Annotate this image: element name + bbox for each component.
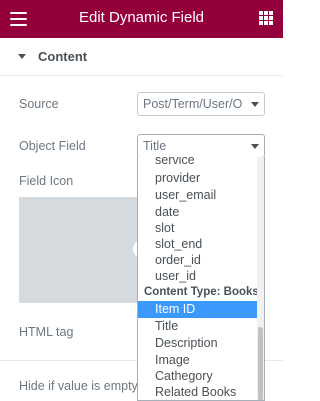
caret-down-icon (18, 54, 26, 59)
html-tag-label: HTML tag (19, 325, 74, 339)
dropdown-option[interactable]: slot (155, 221, 174, 235)
chevron-down-icon (251, 144, 259, 149)
object-field-select-value: Title (143, 139, 167, 153)
selected-option-label: Item ID (155, 302, 196, 316)
object-field-label: Object Field (19, 139, 86, 153)
dropdown-option[interactable]: user_email (155, 188, 216, 202)
panel-title: Edit Dynamic Field (78, 9, 205, 26)
dropdown-option[interactable]: slot_end (155, 237, 202, 251)
section-title: Content (38, 49, 88, 64)
dropdown-option[interactable]: order_id (155, 253, 201, 267)
source-select-value: Post/Term/User/O (143, 97, 243, 111)
dropdown-scrollbar-thumb[interactable] (258, 327, 263, 400)
dropdown-option[interactable]: Related Books (155, 385, 236, 399)
object-field-dropdown-list[interactable]: service provider user_email date slot sl… (137, 157, 265, 401)
section-content-header[interactable]: Content (0, 38, 283, 76)
panel-header: Edit Dynamic Field (0, 0, 283, 38)
object-field-select[interactable]: Title (137, 134, 265, 158)
dropdown-group-label: Content Type: Books (144, 286, 259, 298)
dropdown-option[interactable]: Description (155, 336, 218, 350)
dropdown-option[interactable]: Image (155, 353, 190, 367)
dropdown-option[interactable]: user_id (155, 269, 196, 283)
dropdown-option-selected[interactable]: Item ID (138, 301, 258, 318)
hide-if-empty-label: Hide if value is empty (19, 379, 138, 393)
dropdown-option[interactable]: service (155, 157, 195, 167)
dropdown-option[interactable]: Title (155, 319, 178, 333)
source-label: Source (19, 97, 59, 111)
dropdown-option[interactable]: provider (155, 171, 200, 185)
dropdown-option[interactable]: Cathegory (155, 369, 213, 383)
chevron-down-icon (251, 102, 259, 107)
field-icon-label: Field Icon (19, 174, 74, 188)
dropdown-option[interactable]: date (155, 205, 179, 219)
source-select[interactable]: Post/Term/User/O (137, 92, 265, 116)
grid-apps-icon[interactable] (259, 11, 273, 25)
